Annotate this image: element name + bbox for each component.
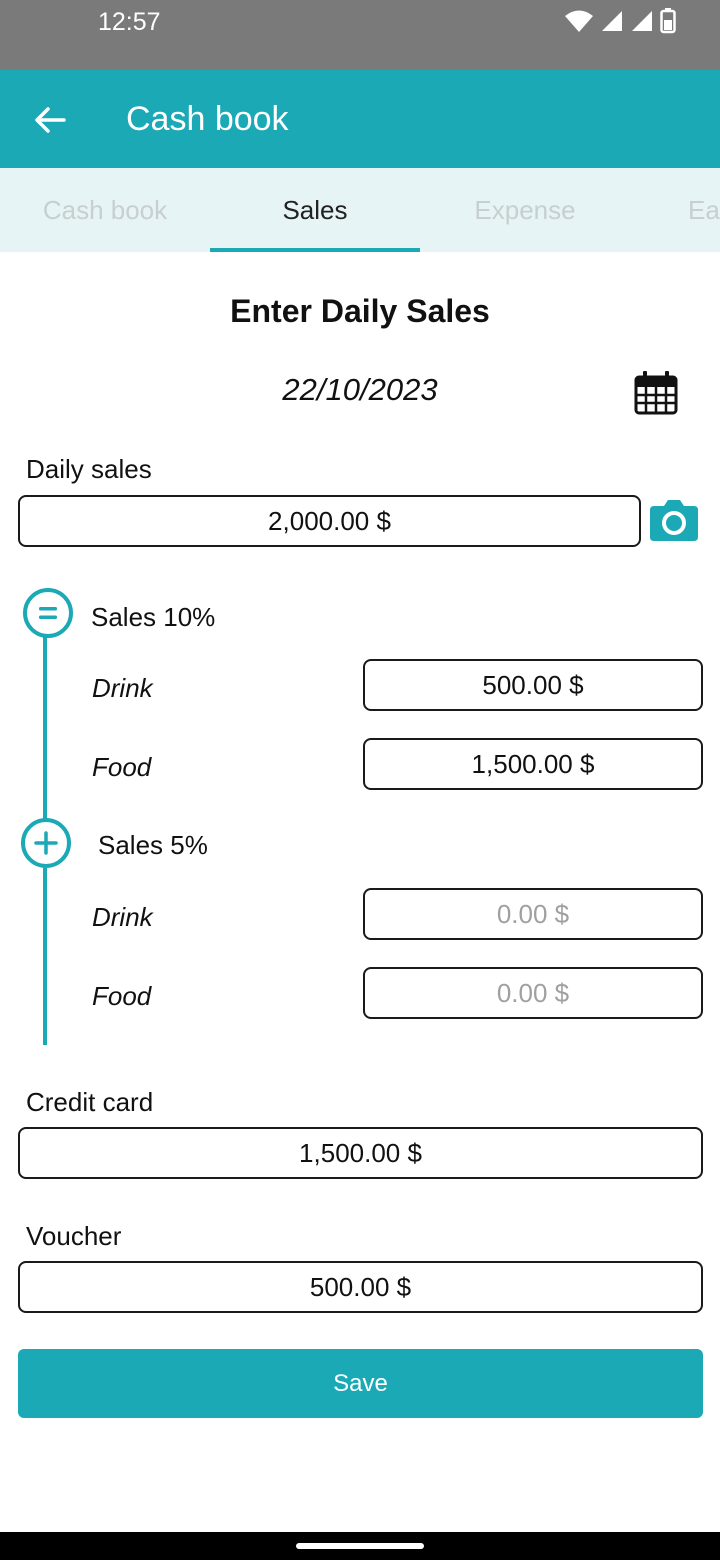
tab-indicator	[210, 248, 420, 252]
sales-10-food-label: Food	[92, 752, 152, 782]
sales-5-food-label: Food	[92, 981, 152, 1011]
page-title: Enter Daily Sales	[230, 293, 490, 329]
app-bar: Cash book	[0, 70, 720, 168]
back-button[interactable]	[24, 94, 76, 146]
timeline-line-sales-5	[43, 868, 47, 1045]
tab-sales[interactable]: Sales	[210, 168, 420, 252]
save-button[interactable]: Save	[18, 1349, 703, 1418]
tab-bar: Cash book Sales Expense Ea	[0, 168, 720, 252]
calendar-icon	[634, 371, 678, 415]
calendar-button[interactable]	[633, 370, 679, 416]
camera-icon	[650, 500, 698, 541]
sales-5-drink-label: Drink	[92, 902, 153, 932]
signal-icon	[602, 11, 622, 31]
battery-icon	[660, 8, 676, 34]
svg-text:x: x	[584, 11, 590, 21]
credit-card-label: Credit card	[26, 1087, 154, 1117]
sales-5-title: Sales 5%	[98, 830, 208, 860]
status-bar: 12:57 x	[0, 0, 720, 70]
timeline-line-sales-10	[43, 636, 47, 820]
daily-sales-label: Daily sales	[26, 454, 152, 484]
status-time: 12:57	[98, 8, 161, 36]
wifi-icon: x	[565, 10, 593, 32]
status-icons: x	[564, 8, 676, 34]
sales-10-title: Sales 10%	[91, 602, 216, 632]
daily-sales-input[interactable]: 2,000.00 $	[18, 495, 641, 547]
collapse-sales-10-button[interactable]	[23, 588, 73, 638]
voucher-label: Voucher	[26, 1221, 122, 1251]
camera-button[interactable]	[649, 500, 699, 542]
sales-10-food-input[interactable]: 1,500.00 $	[363, 738, 703, 790]
date-value[interactable]: 22/10/2023	[0, 372, 720, 408]
sales-10-drink-input[interactable]: 500.00 $	[363, 659, 703, 711]
signal-icon-2	[632, 11, 652, 31]
plus-icon	[34, 831, 58, 855]
expand-sales-5-button[interactable]	[21, 818, 71, 868]
home-handle[interactable]	[296, 1543, 424, 1549]
sales-5-drink-input[interactable]: 0.00 $	[363, 888, 703, 940]
arrow-left-icon	[35, 107, 66, 133]
credit-card-input[interactable]: 1,500.00 $	[18, 1127, 703, 1179]
tab-cash-book[interactable]: Cash book	[0, 168, 210, 252]
tab-expense[interactable]: Expense	[420, 168, 630, 252]
voucher-input[interactable]: 500.00 $	[18, 1261, 703, 1313]
app-title: Cash book	[126, 100, 289, 138]
sales-5-food-input[interactable]: 0.00 $	[363, 967, 703, 1019]
equals-icon	[39, 607, 57, 619]
sales-10-drink-label: Drink	[92, 673, 153, 703]
tab-overflow[interactable]: Ea	[630, 168, 720, 252]
